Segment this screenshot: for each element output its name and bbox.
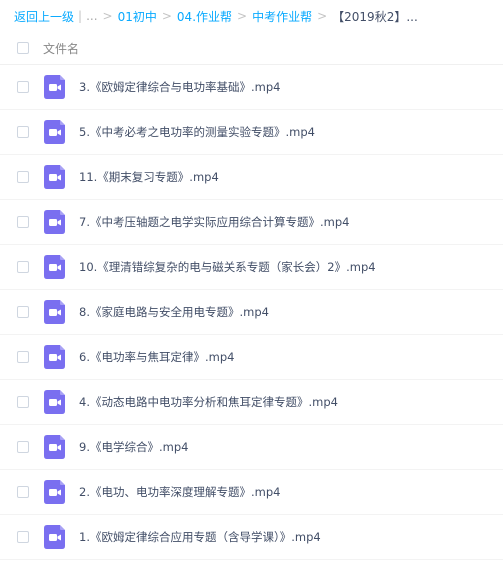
breadcrumb-separator-icon: > [102, 9, 113, 23]
file-name[interactable]: 3.《欧姆定律综合与电功率基础》.mp4 [79, 79, 280, 95]
back-link[interactable]: 返回上一级 [14, 8, 74, 25]
file-checkbox[interactable] [17, 351, 29, 363]
file-row[interactable]: 4.《动态电路中电功率分析和焦耳定律专题》.mp4 [0, 380, 503, 425]
video-file-icon [44, 75, 68, 99]
file-checkbox[interactable] [17, 126, 29, 138]
select-all-checkbox[interactable] [17, 42, 29, 54]
video-file-icon [44, 435, 68, 459]
column-title-filename[interactable]: 文件名 [43, 40, 79, 57]
file-row[interactable]: 9.《电学综合》.mp4 [0, 425, 503, 470]
breadcrumb-current: 【2019秋2】... [332, 9, 418, 24]
file-row[interactable]: 8.《家庭电路与安全用电专题》.mp4 [0, 290, 503, 335]
file-list-header: 文件名 [0, 32, 503, 65]
file-checkbox[interactable] [17, 486, 29, 498]
file-name[interactable]: 10.《理清错综复杂的电与磁关系专题（家长会）2》.mp4 [79, 259, 376, 275]
video-file-icon [44, 255, 68, 279]
breadcrumb-separator-icon: > [237, 9, 248, 23]
file-name[interactable]: 6.《电功率与焦耳定律》.mp4 [79, 349, 234, 365]
file-row[interactable]: 10.《理清错综复杂的电与磁关系专题（家长会）2》.mp4 [0, 245, 503, 290]
video-file-icon [44, 525, 68, 549]
file-name[interactable]: 11.《期末复习专题》.mp4 [79, 169, 219, 185]
file-row[interactable]: 6.《电功率与焦耳定律》.mp4 [0, 335, 503, 380]
file-name[interactable]: 8.《家庭电路与安全用电专题》.mp4 [79, 304, 269, 320]
file-row[interactable]: 2.《电功、电功率深度理解专题》.mp4 [0, 470, 503, 515]
video-file-icon [44, 210, 68, 234]
breadcrumb-divider: | [78, 9, 83, 23]
file-checkbox[interactable] [17, 171, 29, 183]
video-file-icon [44, 345, 68, 369]
file-checkbox[interactable] [17, 216, 29, 228]
file-name[interactable]: 7.《中考压轴题之电学实际应用综合计算专题》.mp4 [79, 214, 349, 230]
file-row[interactable]: 7.《中考压轴题之电学实际应用综合计算专题》.mp4 [0, 200, 503, 245]
breadcrumb-item-01[interactable]: 01初中 [118, 8, 157, 25]
file-checkbox[interactable] [17, 306, 29, 318]
breadcrumb-item-zhongkao[interactable]: 中考作业帮 [252, 8, 312, 25]
file-row[interactable]: 1.《欧姆定律综合应用专题（含导学课）》.mp4 [0, 515, 503, 560]
file-name[interactable]: 2.《电功、电功率深度理解专题》.mp4 [79, 484, 280, 500]
video-file-icon [44, 390, 68, 414]
file-name[interactable]: 1.《欧姆定律综合应用专题（含导学课）》.mp4 [79, 529, 321, 545]
breadcrumb: 返回上一级 | ... > 01初中 > 04.作业帮 > 中考作业帮 > 【2… [0, 0, 503, 32]
file-row[interactable]: 3.《欧姆定律综合与电功率基础》.mp4 [0, 65, 503, 110]
file-checkbox[interactable] [17, 441, 29, 453]
file-list: 3.《欧姆定律综合与电功率基础》.mp4 5.《中考必考之电功率的测量实验专题》.… [0, 65, 503, 560]
file-name[interactable]: 9.《电学综合》.mp4 [79, 439, 188, 455]
video-file-icon [44, 300, 68, 324]
file-name[interactable]: 5.《中考必考之电功率的测量实验专题》.mp4 [79, 124, 315, 140]
file-name[interactable]: 4.《动态电路中电功率分析和焦耳定律专题》.mp4 [79, 394, 338, 410]
file-checkbox[interactable] [17, 396, 29, 408]
video-file-icon [44, 165, 68, 189]
file-checkbox[interactable] [17, 531, 29, 543]
file-row[interactable]: 5.《中考必考之电功率的测量实验专题》.mp4 [0, 110, 503, 155]
file-row[interactable]: 11.《期末复习专题》.mp4 [0, 155, 503, 200]
file-checkbox[interactable] [17, 81, 29, 93]
breadcrumb-separator-icon: > [317, 9, 328, 23]
video-file-icon [44, 120, 68, 144]
breadcrumb-item-04[interactable]: 04.作业帮 [177, 8, 232, 25]
file-checkbox[interactable] [17, 261, 29, 273]
breadcrumb-ellipsis[interactable]: ... [86, 9, 97, 23]
breadcrumb-separator-icon: > [161, 9, 172, 23]
video-file-icon [44, 480, 68, 504]
